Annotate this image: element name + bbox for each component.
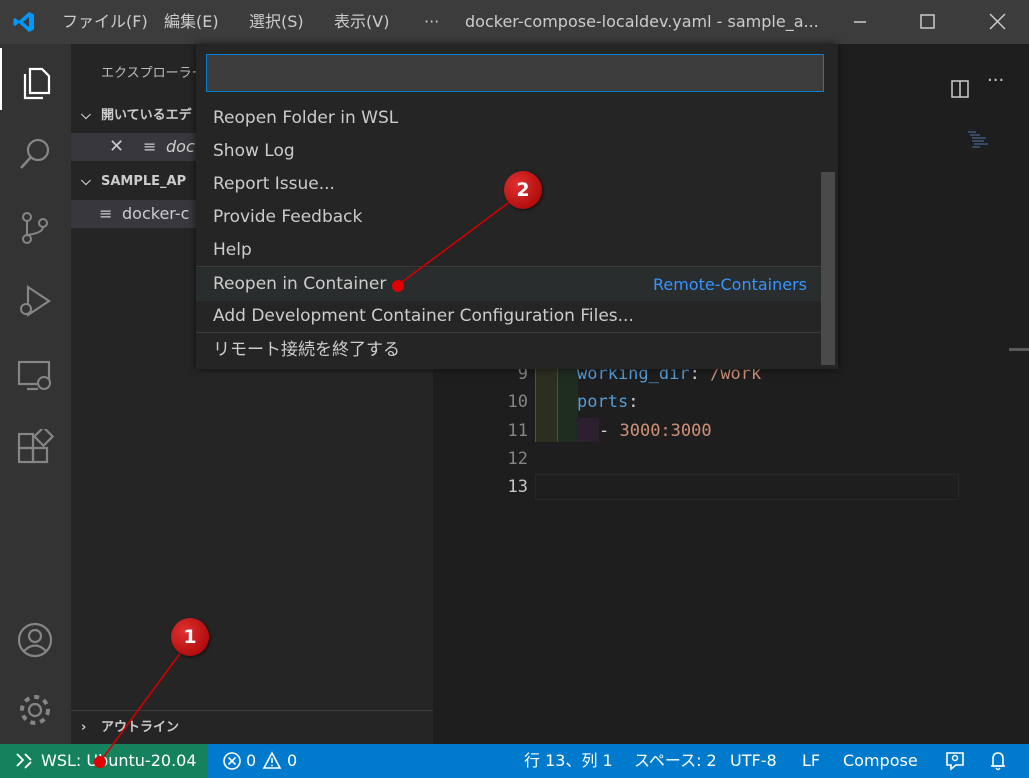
menu-more[interactable]: ··· <box>424 0 439 44</box>
chevron-down-icon: ⌵ <box>81 108 91 123</box>
remote-icon <box>14 744 34 778</box>
command-category: Remote-Containers <box>652 275 807 294</box>
yaml-dash: - <box>599 421 620 441</box>
annotation-target-1 <box>94 756 106 768</box>
command-label: Help <box>213 240 252 260</box>
line-number: 11 <box>507 421 528 441</box>
yaml-colon: : <box>628 392 639 412</box>
warning-icon[interactable] <box>262 744 282 778</box>
indent-guide <box>535 364 558 442</box>
command-label: Reopen Folder in WSL <box>213 108 399 128</box>
command-reopen-folder-wsl[interactable]: Reopen Folder in WSL <box>196 102 821 135</box>
cursor-position[interactable]: 行 13、列 1 <box>524 744 613 778</box>
code-line: - 3000:3000 <box>599 421 712 441</box>
command-label: リモート接続を終了する <box>213 340 400 360</box>
chevron-down-icon: ⌵ <box>81 174 91 189</box>
command-label: Report Issue... <box>213 174 335 194</box>
source-control-icon[interactable] <box>0 194 71 256</box>
search-icon[interactable] <box>0 120 71 182</box>
open-editor-filename: doc <box>166 137 195 156</box>
scrollbar-marker[interactable] <box>1009 348 1029 351</box>
close-button[interactable] <box>974 0 1020 44</box>
settings-gear-icon[interactable] <box>0 676 71 738</box>
file-lines-icon: ≡ <box>143 137 157 156</box>
error-count[interactable]: 0 <box>246 744 256 778</box>
separator <box>196 332 821 333</box>
scrollbar-thumb[interactable] <box>821 172 835 365</box>
command-reopen-in-container[interactable]: Reopen in Container Remote-Containers <box>196 268 821 301</box>
indent-guide <box>577 418 599 442</box>
accounts-icon[interactable] <box>0 606 71 668</box>
menu-edit[interactable]: 編集(E) <box>164 0 219 44</box>
file-item-name: docker-c <box>122 204 190 223</box>
command-close-remote[interactable]: リモート接続を終了する <box>196 334 821 367</box>
line-number: 12 <box>507 449 528 469</box>
run-debug-icon[interactable] <box>0 267 71 329</box>
chevron-right-icon: › <box>81 720 87 735</box>
command-help[interactable]: Help <box>196 234 821 267</box>
indentation[interactable]: スペース: 2 <box>634 744 717 778</box>
explorer-icon[interactable] <box>0 48 71 110</box>
divider <box>71 710 433 711</box>
menu-file[interactable]: ファイル(F) <box>62 0 148 44</box>
command-show-log[interactable]: Show Log <box>196 135 821 168</box>
maximize-button[interactable] <box>904 0 950 44</box>
outline-label: アウトライン <box>101 720 180 735</box>
yaml-value: 3000:3000 <box>619 421 712 441</box>
title-bar: ファイル(F) 編集(E) 選択(S) 表示(V) ··· docker-com… <box>0 0 1029 44</box>
line-number: 10 <box>507 392 528 412</box>
status-bar: WSL: Ubuntu-20.04 0 0 行 13、列 1 スペース: 2 U… <box>0 744 1029 778</box>
minimap[interactable] <box>966 130 994 152</box>
open-editors-label: 開いているエデ <box>101 108 192 123</box>
encoding[interactable]: UTF-8 <box>730 744 777 778</box>
end-of-line[interactable]: LF <box>802 744 820 778</box>
remote-explorer-icon[interactable] <box>0 341 71 403</box>
command-label: Show Log <box>213 141 295 161</box>
project-label: SAMPLE_AP <box>101 174 187 189</box>
language-mode[interactable]: Compose <box>843 744 918 778</box>
remote-label: WSL: Ubuntu-20.04 <box>41 751 197 770</box>
annotation-badge-2: 2 <box>504 171 542 209</box>
error-icon[interactable] <box>222 744 242 778</box>
command-label: Provide Feedback <box>213 207 363 227</box>
warning-count[interactable]: 0 <box>287 744 297 778</box>
notifications-bell-icon[interactable] <box>988 744 1008 778</box>
code-line: ports: <box>577 392 638 412</box>
vscode-logo-icon <box>12 10 36 34</box>
split-editor-icon[interactable] <box>951 80 969 98</box>
window-title: docker-compose-localdev.yaml - sample_a.… <box>465 12 819 31</box>
current-line-highlight <box>535 474 959 500</box>
outline-section[interactable]: › アウトライン <box>71 716 433 740</box>
command-palette-input[interactable] <box>206 54 824 92</box>
annotation-target-2 <box>392 280 404 292</box>
line-number-active: 13 <box>507 477 528 497</box>
extensions-icon[interactable] <box>0 414 71 476</box>
yaml-key: ports <box>577 392 629 412</box>
command-add-dev-container-files[interactable]: Add Development Container Configuration … <box>196 300 821 333</box>
sidebar-title: エクスプローラー <box>101 66 205 81</box>
command-provide-feedback[interactable]: Provide Feedback <box>196 201 821 234</box>
close-icon[interactable]: ✕ <box>109 133 124 161</box>
indent-guide <box>557 364 578 442</box>
more-actions-icon[interactable]: ··· <box>987 70 1004 91</box>
file-lines-icon: ≡ <box>99 204 113 223</box>
menu-selection[interactable]: 選択(S) <box>249 0 304 44</box>
menu-view[interactable]: 表示(V) <box>334 0 389 44</box>
annotation-badge-1: 1 <box>171 618 209 656</box>
command-label: Add Development Container Configuration … <box>213 306 634 326</box>
feedback-icon[interactable] <box>944 744 966 778</box>
activity-bar <box>0 44 71 744</box>
separator <box>196 266 821 267</box>
minimize-button[interactable] <box>837 0 883 44</box>
command-label: Reopen in Container <box>213 274 387 294</box>
